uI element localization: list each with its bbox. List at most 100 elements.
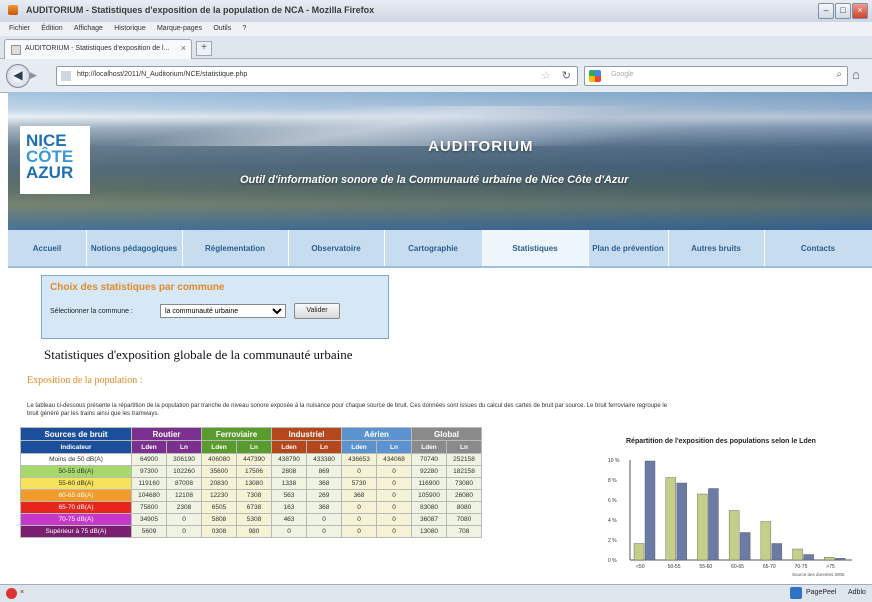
nav-reglementation[interactable]: Réglementation: [182, 230, 289, 266]
table-cell: 104680: [131, 489, 167, 502]
reload-icon[interactable]: ↻: [562, 69, 571, 82]
table-body: Moins de 50 dB(A) 64900 306190 406080 447390…: [20, 453, 482, 538]
table-cell: 0: [341, 501, 377, 514]
tab-close-icon[interactable]: ×: [181, 43, 186, 53]
nav-observatoire[interactable]: Observatoire: [288, 230, 385, 266]
table-row: 65-70 dB(A) 75800 2308 6505 6738 163 368 0 0 8308…: [20, 501, 482, 514]
site-identity-icon[interactable]: [61, 71, 71, 81]
table-cell: 36087: [411, 513, 447, 526]
menu-file[interactable]: Fichier: [9, 22, 30, 36]
close-button[interactable]: ×: [852, 3, 868, 19]
validate-button[interactable]: Valider: [294, 303, 340, 319]
web-page: NICE CÔTE AZUR AUDITORIUM Outil d'inform…: [8, 92, 872, 584]
bookmark-star-icon[interactable]: ☆: [541, 69, 551, 82]
maximize-button[interactable]: □: [835, 3, 851, 19]
status-pagepeel[interactable]: PagePeel: [806, 589, 836, 596]
forward-button[interactable]: ▶: [30, 68, 44, 82]
noise-band-label: Supérieur à 75 dB(A): [20, 525, 132, 538]
navigation-toolbar: ◀ ▶ http://localhost/2011/N_Auditorium/N…: [0, 59, 872, 93]
table-row: 55-60 dB(A) 119160 87008 20830 13080 1338 368 5…: [20, 477, 482, 490]
status-adblock[interactable]: Adblo: [848, 589, 866, 596]
indicator-ferroviaire-ln: Ln: [236, 440, 272, 454]
table-cell: 0: [376, 525, 412, 538]
group-header: Routier: [131, 427, 202, 441]
chart-bar: [633, 543, 645, 561]
home-icon[interactable]: ⌂: [852, 67, 860, 82]
chart-bar: [697, 493, 708, 561]
logo-line-3: AZUR: [26, 163, 74, 182]
nav-statistiques[interactable]: Statistiques: [482, 230, 589, 266]
table-cell: 7080: [446, 513, 482, 526]
table-cell: 0: [166, 513, 202, 526]
table-cell: 73080: [446, 477, 482, 490]
exposure-table: Sources de bruit Routier Ferroviaire Ind…: [20, 427, 482, 538]
table-cell: 163: [271, 501, 307, 514]
nice-cote-azur-logo[interactable]: NICE CÔTE AZUR: [20, 126, 90, 194]
x-tick-label: 50-55: [668, 564, 681, 570]
commune-selector-panel: Choix des statistiques par commune Sélec…: [41, 275, 389, 339]
chart-bar: [824, 557, 835, 561]
chart-bar: [676, 482, 687, 561]
search-bar[interactable]: Google ⌕: [584, 66, 848, 86]
selector-heading: Choix des statistiques par commune: [50, 282, 225, 293]
table-cell: 368: [306, 477, 342, 490]
chart-bar: [760, 521, 772, 561]
table-cell: 5808: [201, 513, 237, 526]
menu-history[interactable]: Historique: [114, 22, 146, 36]
table-row: Moins de 50 dB(A) 64900 306190 406080 447390…: [20, 453, 482, 466]
table-cell: 0: [341, 525, 377, 538]
chart-bar: [792, 548, 803, 561]
minimize-button[interactable]: –: [818, 3, 834, 19]
commune-select[interactable]: la communauté urbaine: [160, 304, 286, 318]
table-cell: 2808: [271, 465, 307, 478]
table-cell: 0: [376, 501, 412, 514]
table-cell: 980: [236, 525, 272, 538]
table-row: Supérieur à 75 dB(A) 5609 0 0308 980 0 0 0 0 1308…: [20, 525, 482, 538]
table-cell: 463: [271, 513, 307, 526]
indicator-routier-ln: Ln: [166, 440, 202, 454]
noise-band-label: 50-55 dB(A): [20, 465, 132, 478]
nav-accueil[interactable]: Accueil: [8, 230, 87, 266]
menu-tools[interactable]: Outils: [213, 22, 231, 36]
header-sources: Sources de bruit: [20, 427, 132, 441]
menu-bookmarks[interactable]: Marque-pages: [157, 22, 202, 36]
nav-autres-bruits[interactable]: Autres bruits: [668, 230, 765, 266]
nav-cartographie[interactable]: Cartographie: [384, 230, 483, 266]
table-cell: 34905: [131, 513, 167, 526]
table-cell: 116900: [411, 477, 447, 490]
new-tab-button[interactable]: +: [196, 41, 212, 56]
section-title: Exposition de la population :: [27, 375, 143, 386]
table-cell: 13080: [236, 477, 272, 490]
menu-edit[interactable]: Édition: [41, 22, 62, 36]
site-title: AUDITORIUM: [428, 138, 534, 155]
x-tick-label: 65-70: [763, 564, 776, 570]
menu-help[interactable]: ?: [242, 22, 246, 36]
noise-band-label: 65-70 dB(A): [20, 501, 132, 514]
search-icon[interactable]: ⌕: [836, 69, 842, 80]
chart-svg: 10 % 8 % 6 % 4 % 2 % 0 % <50 50-55 55-60 60-65 65-…: [608, 458, 852, 577]
menu-view[interactable]: Affichage: [74, 22, 103, 36]
nav-contacts[interactable]: Contacts: [764, 230, 872, 266]
browser-tab[interactable]: AUDITORIUM - Statistiques d'exposition d…: [4, 39, 192, 59]
table-cell: 269: [306, 489, 342, 502]
table-cell: 7308: [236, 489, 272, 502]
back-button[interactable]: ◀: [6, 64, 30, 88]
chart-bar: [739, 532, 751, 561]
table-cell: 83080: [411, 501, 447, 514]
table-row: 60-65 dB(A) 104680 12108 12230 7308 563 269 368…: [20, 489, 482, 502]
indicator-ferroviaire-lden: Lden: [201, 440, 237, 454]
exposure-chart: Répartition de l'exposition des populati…: [604, 432, 866, 584]
table-cell: 5730: [341, 477, 377, 490]
google-icon[interactable]: [589, 70, 601, 82]
nav-notions[interactable]: Notions pédagogiques: [86, 230, 183, 266]
adblock-icon[interactable]: [6, 588, 17, 599]
noise-band-label: 60-65 dB(A): [20, 489, 132, 502]
table-cell: 438790: [271, 453, 307, 466]
nav-plan-prevention[interactable]: Plan de prévention: [588, 230, 669, 266]
table-cell: 0: [306, 525, 342, 538]
title-bar: AUDITORIUM - Statistiques d'exposition d…: [0, 0, 872, 23]
table-cell: 87008: [166, 477, 202, 490]
url-bar[interactable]: http://localhost/2011/N_Auditorium/NCE/s…: [56, 66, 578, 86]
pagepeel-icon[interactable]: [790, 587, 802, 599]
y-tick-label: 8 %: [608, 478, 617, 484]
